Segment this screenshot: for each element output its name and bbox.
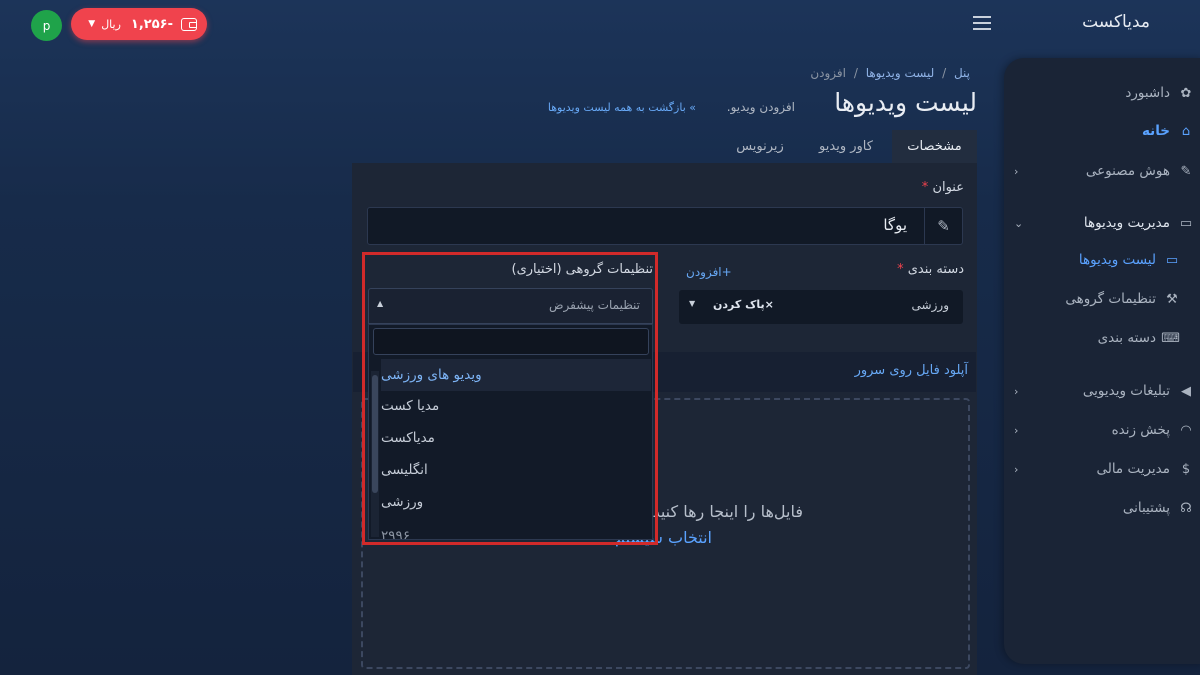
sidebar-item-support[interactable]: ☊ پشتیبانی	[1014, 495, 1194, 521]
caret-up-icon: ▲	[377, 299, 384, 308]
dashboard-icon: ✿	[1180, 85, 1192, 101]
group-settings-select[interactable]: تنظیمات پیشفرض ▲	[368, 288, 653, 324]
required-mark: *	[921, 180, 929, 195]
sidebar-item-ai[interactable]: ✎ هوش مصنوعی ‹	[1014, 158, 1194, 184]
page-subtitle: افزودن ویدیو.	[726, 100, 795, 114]
sidebar-item-dashboard[interactable]: ✿ داشبورد	[1014, 80, 1194, 106]
sidebar-item-finance[interactable]: $ مدیریت مالی ‹	[1014, 456, 1194, 482]
title-label-text: عنوان	[932, 180, 964, 195]
sidebar-item-label: مدیریت مالی	[1096, 461, 1170, 477]
dropdown-option[interactable]: ویدیو های ورزشی	[381, 359, 651, 391]
avatar-letter: p	[42, 18, 51, 33]
sidebar-item-label: داشبورد	[1125, 85, 1170, 101]
required-mark: *	[897, 262, 904, 277]
headset-icon: ☊	[1180, 500, 1192, 516]
ai-wand-icon: ✎	[1180, 163, 1192, 179]
dollar-icon: $	[1181, 461, 1191, 477]
caret-down-icon: ▼	[88, 19, 96, 29]
user-avatar[interactable]: p	[31, 10, 62, 41]
chevron-left-icon: ‹	[1014, 423, 1019, 437]
category-label: دسته بندی *	[840, 262, 964, 277]
breadcrumb-separator: /	[942, 66, 947, 80]
video-icon: ▭	[1165, 252, 1179, 268]
sidebar-item-video-ads[interactable]: ◀ تبلیغات ویدیویی ‹	[1014, 378, 1194, 404]
megaphone-icon: ◀	[1181, 383, 1191, 399]
wallet-currency: ریال	[101, 17, 121, 31]
sidebar-item-label: تبلیغات ویدیویی	[1082, 383, 1170, 399]
keyboard-icon: ⌨	[1161, 330, 1180, 346]
sidebar-item-video-management[interactable]: ▭ مدیریت ویدیوها ⌄	[1014, 210, 1194, 236]
group-settings-dropdown: ویدیو های ورزشی مدیا کست مدیاکست انگلیسی…	[368, 324, 653, 540]
caret-down-icon: ▼	[689, 299, 696, 308]
wallet-balance-button[interactable]: -۱,۲۵۶ ریال ▼	[71, 8, 207, 40]
tab-video-cover[interactable]: کاور ویدیو	[800, 130, 892, 163]
sidebar-item-group-settings[interactable]: ⚒ تنظیمات گروهی	[1020, 286, 1180, 312]
dropdown-option[interactable]: مدیا کست	[381, 390, 651, 422]
group-settings-label: تنظیمات گروهی (اختیاری)	[511, 262, 654, 277]
category-select[interactable]: ورزشی ×پاک کردن ▼	[679, 290, 963, 324]
tab-details[interactable]: مشخصات	[892, 130, 977, 163]
category-label-text: دسته بندی	[907, 262, 964, 277]
wallet-amount: -۱,۲۵۶	[130, 16, 173, 32]
breadcrumb-panel[interactable]: پنل	[954, 66, 970, 80]
wifi-icon: ◠	[1180, 422, 1192, 438]
clear-category-button[interactable]: ×پاک کردن	[713, 298, 774, 311]
group-settings-select-value: تنظیمات پیشفرض	[549, 298, 640, 312]
pencil-icon: ✎	[924, 208, 962, 244]
category-select-value: ورزشی	[911, 298, 949, 312]
sidebar-item-categories[interactable]: ⌨ دسته بندی	[1020, 325, 1180, 351]
sidebar-item-label: دسته بندی	[1097, 330, 1156, 346]
dropdown-option[interactable]: مدیاکست	[381, 422, 651, 454]
wrench-icon: ⚒	[1166, 291, 1178, 307]
dropdown-option[interactable]: ورزشی	[381, 486, 651, 518]
dropdown-option[interactable]: انگلیسی	[381, 454, 651, 486]
title-input-value: یوگا	[883, 216, 907, 234]
sidebar-item-home[interactable]: ⌂ خانه	[1014, 118, 1194, 144]
dropdown-search-input[interactable]	[373, 328, 649, 355]
breadcrumb-separator: /	[853, 66, 858, 80]
chevron-left-icon: ‹	[1014, 462, 1019, 476]
sidebar-item-label: لیست ویدیوها	[1078, 252, 1156, 268]
sidebar-item-label: خانه	[1141, 123, 1170, 139]
video-icon: ▭	[1179, 215, 1193, 231]
page-title: لیست ویدیوها	[834, 88, 977, 117]
sidebar-item-label: تنظیمات گروهی	[1065, 291, 1156, 307]
sidebar-item-live[interactable]: ◠ پخش زنده ‹	[1014, 417, 1194, 443]
sidebar-item-label: هوش مصنوعی	[1085, 163, 1170, 179]
dropdown-scrollbar[interactable]	[371, 371, 379, 537]
breadcrumb: پنل / لیست ویدیوها / افزودن	[780, 66, 970, 80]
tab-subtitles[interactable]: زیرنویس	[720, 130, 800, 163]
upload-to-server-link[interactable]: آپلود فایل روی سرور	[800, 363, 968, 378]
home-icon: ⌂	[1181, 123, 1191, 139]
sidebar-item-label: پخش زنده	[1111, 422, 1170, 438]
title-input[interactable]: ✎ یوگا	[367, 207, 963, 245]
brand-name: مدیاکست	[1082, 12, 1150, 32]
wallet-icon	[181, 17, 197, 31]
scrollbar-thumb[interactable]	[372, 375, 378, 493]
sidebar: ✿ داشبورد ⌂ خانه ✎ هوش مصنوعی ‹ ▭ مدیریت وید…	[1004, 58, 1200, 664]
sidebar-item-video-list[interactable]: ▭ لیست ویدیوها	[1020, 247, 1180, 273]
breadcrumb-current: افزودن	[810, 66, 846, 80]
chevron-down-icon: ⌄	[1014, 216, 1024, 230]
dropdown-option[interactable]: ۲۹۹۶	[381, 528, 651, 539]
chevron-left-icon: ‹	[1014, 164, 1019, 178]
back-to-list-link[interactable]: » بازگشت به همه لیست ویدیوها	[470, 101, 696, 114]
add-category-link[interactable]: +افزودن	[686, 265, 732, 279]
sidebar-item-label: پشتیبانی	[1122, 500, 1170, 516]
breadcrumb-video-list[interactable]: لیست ویدیوها	[866, 66, 935, 80]
sidebar-item-label: مدیریت ویدیوها	[1083, 215, 1170, 231]
chevron-left-icon: ‹	[1014, 384, 1019, 398]
menu-toggle-icon[interactable]	[973, 16, 991, 30]
title-label: عنوان *	[880, 180, 964, 195]
